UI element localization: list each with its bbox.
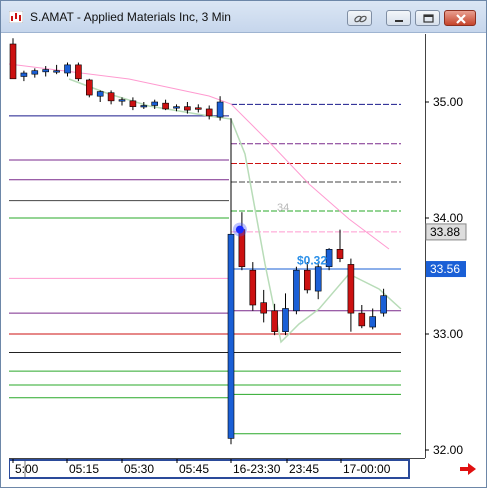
candle-body	[336, 249, 344, 259]
time-tick-label: 05:30	[124, 462, 154, 476]
candle-body	[42, 69, 50, 73]
minimize-icon	[395, 20, 403, 22]
candle-body	[129, 100, 137, 107]
candle-body	[358, 312, 366, 327]
scroll-right-arrow-icon[interactable]	[458, 461, 478, 477]
candle-body	[271, 310, 278, 332]
candle-body	[260, 302, 267, 314]
time-tick-label: 05:15	[69, 462, 99, 476]
annotation-price-change: $0.32	[297, 253, 327, 267]
candle-body	[205, 108, 213, 117]
window-title: S.AMAT - Applied Materials Inc, 3 Min	[30, 10, 231, 24]
candle-body	[314, 266, 322, 292]
candle-body	[20, 72, 28, 77]
chart-app-icon	[9, 11, 23, 23]
candle-body	[9, 43, 17, 80]
minimize-button[interactable]	[386, 10, 411, 26]
time-tick-label: 23:45	[289, 462, 319, 476]
candle-body	[195, 107, 202, 110]
candle-body	[216, 101, 224, 118]
price-label: 33.88	[430, 225, 460, 239]
candle-body	[227, 233, 235, 439]
link-button[interactable]	[347, 10, 372, 26]
time-tick-label: 17-00:00	[343, 462, 391, 476]
maximize-button[interactable]	[415, 10, 440, 26]
close-button[interactable]	[444, 10, 476, 26]
price-tick-label: 35.00	[433, 95, 463, 109]
candle-body	[282, 308, 289, 332]
price-axis[interactable]: 35.00 34.00 33.00 32.00 33.88 33.56	[425, 34, 480, 458]
candle-body	[96, 91, 104, 97]
price-tick-label: 33.00	[433, 327, 463, 341]
candle-body	[369, 316, 377, 328]
title-bar[interactable]: S.AMAT - Applied Materials Inc, 3 Min	[1, 1, 486, 33]
candle-body	[31, 70, 39, 75]
candle-body	[118, 99, 126, 102]
price-label: 33.56	[430, 262, 460, 276]
candle-body	[303, 269, 311, 291]
price-tick-label: 32.00	[433, 443, 463, 457]
maximize-icon	[423, 14, 434, 23]
close-icon	[456, 14, 466, 24]
time-tick-label: 5:00	[15, 462, 39, 476]
candle-body	[173, 106, 180, 109]
candle-body	[249, 269, 257, 306]
marker-star-icon	[235, 225, 244, 234]
price-tick-label: 34.00	[433, 211, 463, 225]
candle-body	[107, 92, 115, 102]
link-icon	[354, 15, 367, 23]
candle-body	[86, 79, 93, 96]
annotation-level-label: 34	[277, 202, 289, 214]
candle-body	[75, 64, 82, 80]
candle-body	[64, 64, 71, 74]
price-chart[interactable]: $0.32 34	[9, 34, 425, 458]
candle-body	[162, 102, 169, 110]
time-tick-label: 05:45	[179, 462, 209, 476]
candle-body	[140, 105, 148, 108]
time-tick-label: 16-23:30	[233, 462, 281, 476]
candle-body	[293, 269, 300, 312]
candle-body	[151, 101, 158, 106]
time-axis[interactable]: 5:00 05:15 05:30 05:45 16-23:30 23:45 17-00:00	[9, 458, 425, 480]
candle-body	[184, 106, 191, 111]
candle-body	[347, 264, 355, 314]
candle-body	[380, 295, 387, 314]
chart-window: S.AMAT - Applied Materials Inc, 3 Min $0…	[0, 0, 487, 488]
candle-body	[53, 70, 60, 73]
